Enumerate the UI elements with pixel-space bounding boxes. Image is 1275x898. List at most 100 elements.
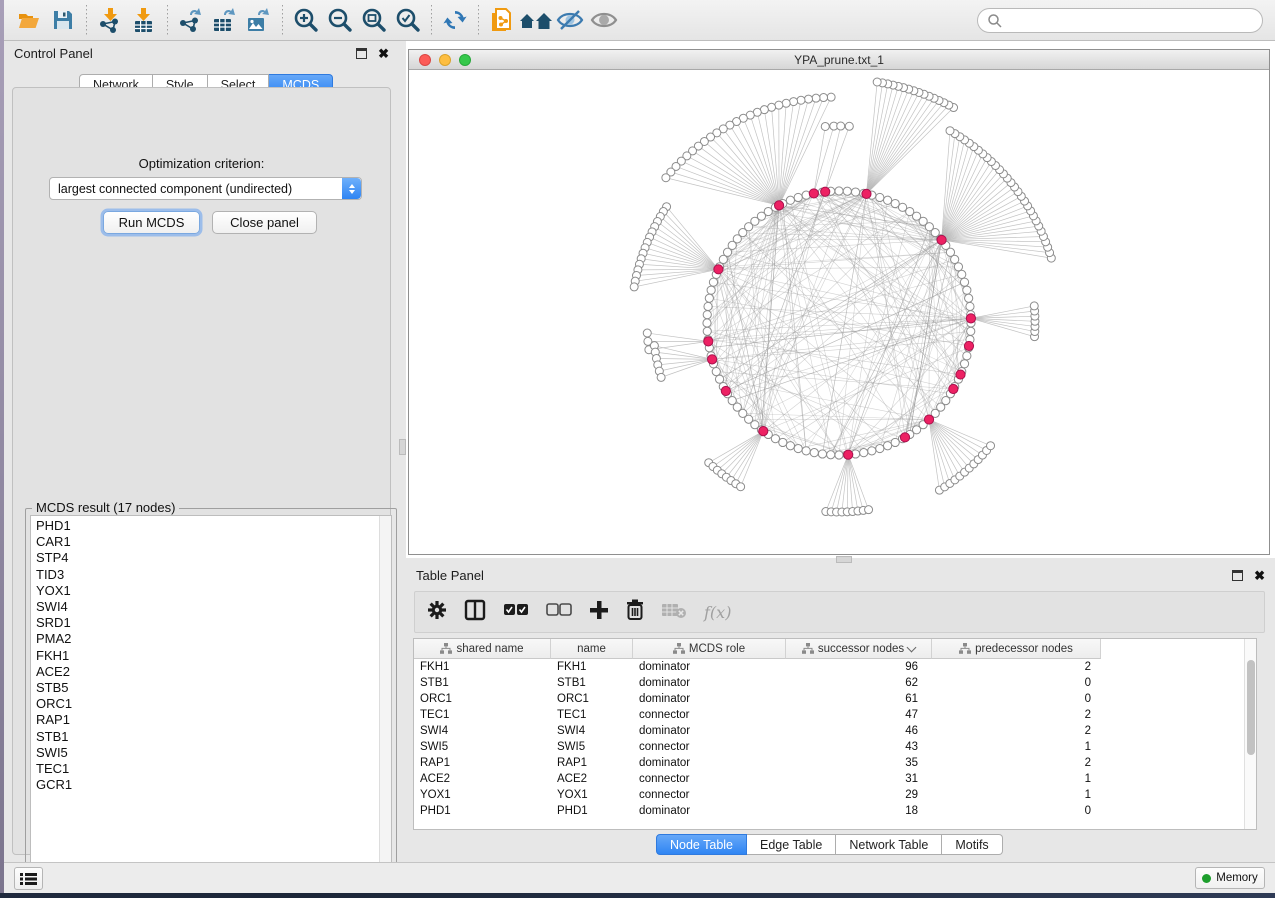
table-cell: SWI4 <box>551 725 633 737</box>
search-input[interactable] <box>1003 14 1262 28</box>
window-maximize-icon[interactable] <box>459 54 471 66</box>
close-panel-button[interactable]: Close panel <box>212 211 317 234</box>
export-table-icon[interactable] <box>208 4 242 36</box>
export-image-icon[interactable] <box>242 4 276 36</box>
table-row[interactable]: ACE2ACE2connector311 <box>414 771 1244 787</box>
table-cell: 1 <box>932 741 1101 753</box>
mcds-result-item[interactable]: STB5 <box>31 680 379 696</box>
close-panel-icon[interactable]: ✖ <box>1254 570 1265 581</box>
zoom-out-icon[interactable] <box>323 4 357 36</box>
column-header-successor-nodes[interactable]: successor nodes <box>786 639 932 659</box>
window-close-icon[interactable] <box>419 54 431 66</box>
save-session-icon[interactable] <box>46 4 80 36</box>
mcds-result-item[interactable]: PMA2 <box>31 631 379 647</box>
window-minimize-icon[interactable] <box>439 54 451 66</box>
splitter-handle[interactable] <box>836 556 852 563</box>
toolbar-separator <box>86 5 87 35</box>
mcds-result-item[interactable]: YOX1 <box>31 583 379 599</box>
zoom-in-icon[interactable] <box>289 4 323 36</box>
column-header-name[interactable]: name <box>551 639 633 659</box>
table-row[interactable]: RAP1RAP1dominator352 <box>414 755 1244 771</box>
tab-network-table[interactable]: Network Table <box>836 834 942 855</box>
tab-node-table[interactable]: Node Table <box>656 834 747 855</box>
task-history-button[interactable] <box>14 867 43 890</box>
column-header-predecessor-nodes[interactable]: predecessor nodes <box>932 639 1101 659</box>
mcds-result-item[interactable]: SRD1 <box>31 615 379 631</box>
mcds-result-group: MCDS result (17 nodes) PHD1CAR1STP4TID3Y… <box>25 508 397 880</box>
optimization-criterion-select[interactable]: largest connected component (undirected) <box>49 177 362 200</box>
table-cell: dominator <box>633 805 786 817</box>
network-window-titlebar[interactable]: YPA_prune.txt_1 <box>409 50 1269 70</box>
export-network-icon[interactable] <box>174 4 208 36</box>
table-row[interactable]: SWI5SWI5connector431 <box>414 739 1244 755</box>
mcds-result-item[interactable]: PHD1 <box>31 518 379 534</box>
show-details-icon[interactable] <box>587 4 621 36</box>
scrollbar-thumb[interactable] <box>1247 660 1255 755</box>
mcds-result-item[interactable]: ORC1 <box>31 696 379 712</box>
tab-edge-table[interactable]: Edge Table <box>747 834 836 855</box>
table-row[interactable]: YOX1YOX1connector291 <box>414 787 1244 803</box>
toolbar-separator <box>167 5 168 35</box>
table-row[interactable]: SWI4SWI4dominator462 <box>414 723 1244 739</box>
close-panel-icon[interactable]: ✖ <box>378 48 389 59</box>
mcds-result-item[interactable]: TEC1 <box>31 761 379 777</box>
mcds-result-item[interactable]: SWI4 <box>31 599 379 615</box>
optimization-criterion-value: largest connected component (undirected) <box>50 182 342 196</box>
table-cell: 96 <box>786 661 932 673</box>
mcds-result-item[interactable]: GCR1 <box>31 777 379 793</box>
network-canvas[interactable] <box>409 70 1269 554</box>
mcds-result-item[interactable]: STB1 <box>31 729 379 745</box>
splitter-handle[interactable] <box>399 439 406 455</box>
vertical-splitter[interactable] <box>399 41 406 862</box>
import-network-icon[interactable] <box>93 4 127 36</box>
status-bar: Memory <box>4 862 1275 893</box>
clone-network-icon[interactable] <box>485 4 519 36</box>
table-cell: connector <box>633 709 786 721</box>
table-cell: SWI4 <box>414 725 551 737</box>
table-cell: ORC1 <box>551 693 633 705</box>
zoom-selected-icon[interactable] <box>391 4 425 36</box>
table-cell: RAP1 <box>414 757 551 769</box>
table-cell: STB1 <box>414 677 551 689</box>
mcds-result-item[interactable]: STP4 <box>31 550 379 566</box>
column-header-shared-name[interactable]: shared name <box>414 639 551 659</box>
create-column-icon[interactable] <box>589 600 609 625</box>
node-table[interactable]: shared namenameMCDS rolesuccessor nodesp… <box>413 638 1257 830</box>
deselect-all-icon[interactable] <box>546 603 572 622</box>
table-settings-icon[interactable] <box>427 600 447 625</box>
search-box[interactable] <box>977 8 1263 33</box>
float-panel-icon[interactable] <box>1232 570 1243 581</box>
open-file-icon[interactable] <box>12 4 46 36</box>
import-table-icon[interactable] <box>127 4 161 36</box>
control-panel-title: Control Panel <box>14 46 356 61</box>
table-row[interactable]: TEC1TEC1connector472 <box>414 707 1244 723</box>
mcds-result-item[interactable]: ACE2 <box>31 664 379 680</box>
show-columns-icon[interactable] <box>464 599 486 626</box>
mcds-result-item[interactable]: RAP1 <box>31 712 379 728</box>
refresh-layout-icon[interactable] <box>438 4 472 36</box>
tab-motifs[interactable]: Motifs <box>942 834 1002 855</box>
float-panel-icon[interactable] <box>356 48 367 59</box>
delete-column-icon[interactable] <box>626 599 644 626</box>
mcds-result-list[interactable]: PHD1CAR1STP4TID3YOX1SWI4SRD1PMA2FKH1ACE2… <box>30 515 392 875</box>
table-cell: connector <box>633 773 786 785</box>
column-header-MCDS-role[interactable]: MCDS role <box>633 639 786 659</box>
run-mcds-button[interactable]: Run MCDS <box>103 211 200 234</box>
hide-details-icon[interactable] <box>553 4 587 36</box>
mcds-list-scrollbar[interactable] <box>379 516 391 874</box>
mcds-result-item[interactable]: TID3 <box>31 567 379 583</box>
zoom-fit-icon[interactable] <box>357 4 391 36</box>
table-row[interactable]: FKH1FKH1dominator962 <box>414 659 1244 675</box>
table-toolbar: f(x) <box>414 591 1265 633</box>
table-row[interactable]: PHD1PHD1dominator180 <box>414 803 1244 819</box>
mcds-result-item[interactable]: FKH1 <box>31 648 379 664</box>
table-row[interactable]: ORC1ORC1dominator610 <box>414 691 1244 707</box>
mcds-result-item[interactable]: SWI5 <box>31 745 379 761</box>
mcds-result-item[interactable]: CAR1 <box>31 534 379 550</box>
table-scrollbar[interactable] <box>1244 639 1256 829</box>
memory-button[interactable]: Memory <box>1195 867 1265 889</box>
network-window: YPA_prune.txt_1 <box>408 49 1270 555</box>
home-icon[interactable] <box>519 4 553 36</box>
table-row[interactable]: STB1STB1dominator620 <box>414 675 1244 691</box>
select-all-icon[interactable] <box>503 603 529 622</box>
